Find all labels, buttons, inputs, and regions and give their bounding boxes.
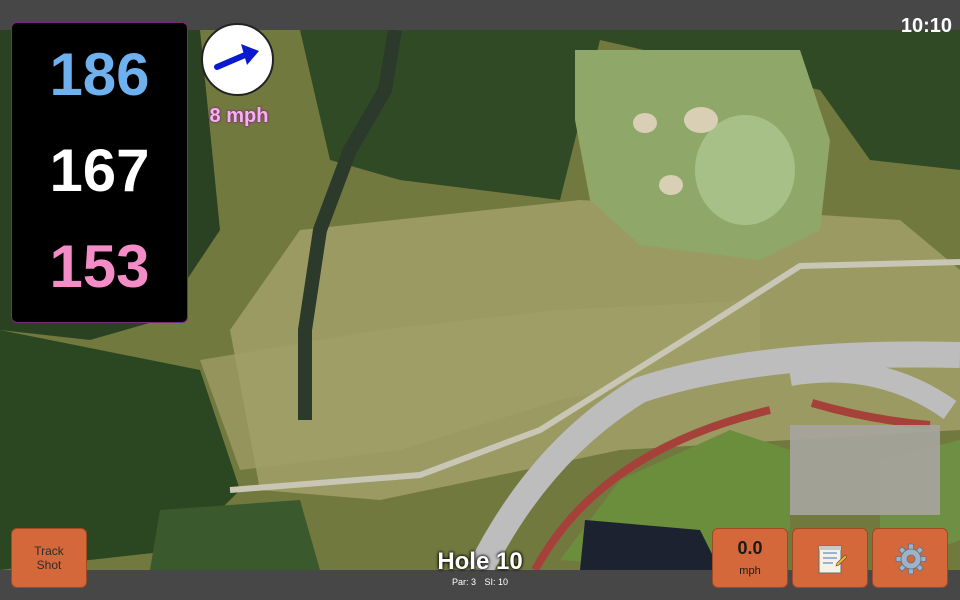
hole-stroke-index: SI: 10 xyxy=(484,577,509,587)
distance-panel: 186 167 153 xyxy=(11,22,188,323)
hole-title: Hole 10 xyxy=(437,548,523,575)
front-distance: 153 xyxy=(49,233,150,300)
track-shot-label-line2: Shot xyxy=(36,558,62,572)
wind-direction-indicator xyxy=(201,23,274,96)
notes-button[interactable] xyxy=(792,528,868,588)
arrow-up-right-icon xyxy=(214,44,259,70)
wind-speed-button[interactable]: 0.0 mph xyxy=(712,528,788,588)
gear-icon xyxy=(895,543,927,575)
hole-details: Par: 3 SI: 10 xyxy=(380,577,580,587)
wind-speed-label: 8 mph xyxy=(209,105,269,127)
notepad-icon xyxy=(818,545,847,574)
back-distance: 186 xyxy=(49,41,150,108)
track-shot-button[interactable]: Track Shot xyxy=(11,528,87,588)
hole-par: Par: 3 xyxy=(451,577,476,587)
status-time: 10:10 xyxy=(900,15,952,37)
settings-button[interactable] xyxy=(872,528,948,588)
middle-distance: 167 xyxy=(49,137,150,204)
track-shot-label-line1: Track xyxy=(34,544,64,558)
wind-button-unit: mph xyxy=(739,565,761,577)
wind-button-value: 0.0 xyxy=(737,538,763,558)
